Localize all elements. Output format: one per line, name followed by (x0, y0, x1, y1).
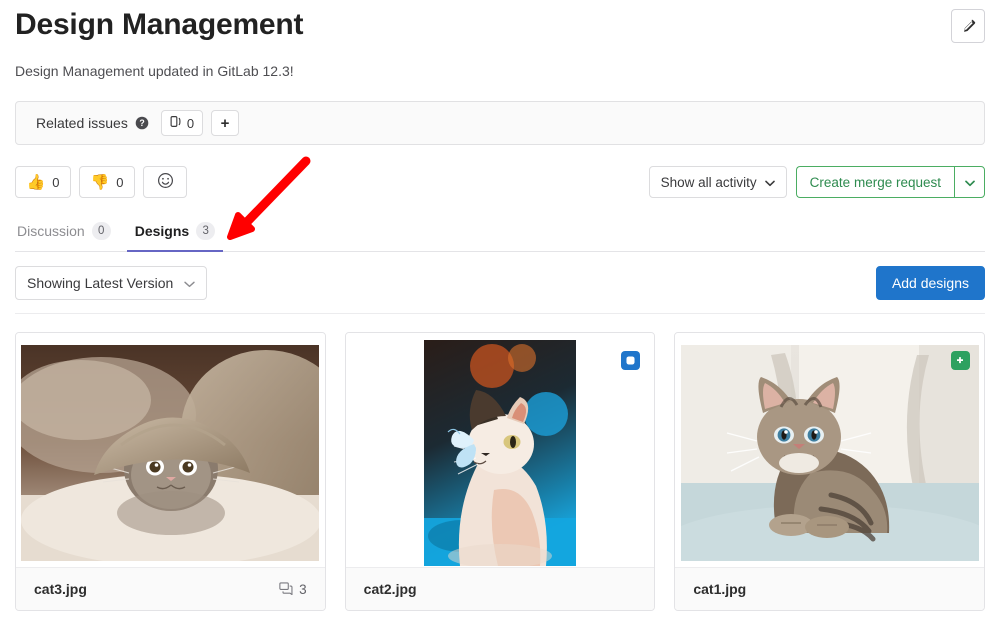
design-card-cat2[interactable]: cat2.jpg (345, 332, 656, 611)
reactions-group: 👍 0 👎 0 (15, 166, 187, 198)
svg-text:?: ? (139, 118, 144, 128)
right-actions-group: Show all activity Create merge request (649, 166, 985, 198)
version-dropdown-label: Showing Latest Version (27, 275, 173, 291)
design-card-cat1[interactable]: cat1.jpg (674, 332, 985, 611)
designs-toolbar: Showing Latest Version Add designs (15, 252, 985, 314)
subtitle: Design Management updated in GitLab 12.3… (15, 61, 985, 81)
tab-discussion-label: Discussion (17, 223, 85, 239)
design-image-cat2 (424, 340, 576, 569)
design-badge-added-cat1 (951, 351, 970, 370)
action-row: 👍 0 👎 0 Show all acti (15, 165, 985, 199)
smiley-icon (157, 172, 174, 192)
chevron-down-icon (184, 275, 195, 291)
tab-designs-badge: 3 (196, 222, 215, 240)
comments-icon (279, 581, 293, 598)
tab-bar: Discussion 0 Designs 3 (15, 213, 985, 252)
design-comment-number-cat3: 3 (299, 582, 307, 597)
thumbsdown-count: 0 (116, 175, 123, 190)
create-merge-request-dropdown-toggle[interactable] (954, 166, 985, 198)
add-reaction-button[interactable] (143, 166, 187, 198)
add-designs-button[interactable]: Add designs (876, 266, 985, 300)
file-added-icon (954, 355, 966, 367)
related-issues-label: Related issues (36, 115, 128, 131)
tab-designs-label: Designs (135, 223, 189, 239)
reaction-thumbsup-button[interactable]: 👍 0 (15, 166, 71, 198)
design-image-cat1 (681, 345, 979, 564)
design-filename-cat2: cat2.jpg (364, 581, 417, 597)
design-badge-modified-cat2 (621, 351, 640, 370)
chevron-down-icon (765, 175, 775, 190)
design-grid: cat3.jpg 3 (15, 332, 985, 611)
related-issues-panel: Related issues ? 0 + (15, 101, 985, 145)
design-footer-cat3: cat3.jpg 3 (16, 567, 325, 610)
design-filename-cat1: cat1.jpg (693, 581, 746, 597)
design-thumbnail-cat3[interactable] (16, 333, 325, 567)
pencil-icon (961, 19, 976, 34)
design-filename-cat3: cat3.jpg (34, 581, 87, 597)
issues-icon (170, 115, 182, 131)
reaction-thumbsdown-button[interactable]: 👎 0 (79, 166, 135, 198)
thumbsdown-icon: 👎 (91, 175, 110, 190)
related-issues-count-badge[interactable]: 0 (161, 110, 203, 136)
version-dropdown[interactable]: Showing Latest Version (15, 266, 207, 300)
activity-filter-dropdown[interactable]: Show all activity (649, 166, 787, 198)
thumbsup-count: 0 (52, 175, 59, 190)
design-comment-count-cat3: 3 (279, 581, 307, 598)
design-thumbnail-cat2[interactable] (346, 333, 655, 567)
page-container: Design Management Design Management upda… (0, 0, 1000, 611)
thumbsup-icon: 👍 (27, 175, 46, 190)
create-merge-request-group: Create merge request (796, 166, 985, 198)
tab-discussion[interactable]: Discussion 0 (15, 222, 123, 251)
chevron-down-icon (965, 175, 975, 190)
design-card-cat3[interactable]: cat3.jpg 3 (15, 332, 326, 611)
design-footer-cat1: cat1.jpg (675, 567, 984, 610)
title-row: Design Management (15, 0, 985, 44)
design-image-cat3 (21, 345, 319, 564)
related-issues-count: 0 (187, 116, 194, 131)
activity-filter-label: Show all activity (661, 175, 757, 190)
edit-title-button[interactable] (951, 9, 985, 43)
question-circle-icon[interactable]: ? (135, 116, 149, 130)
design-footer-cat2: cat2.jpg (346, 567, 655, 610)
page-title: Design Management (15, 6, 303, 44)
create-merge-request-button[interactable]: Create merge request (796, 166, 954, 198)
file-modified-icon (625, 355, 636, 366)
add-related-issue-button[interactable]: + (211, 110, 239, 136)
tab-designs[interactable]: Designs 3 (123, 222, 227, 251)
design-thumbnail-cat1[interactable] (675, 333, 984, 567)
tab-discussion-badge: 0 (92, 222, 111, 240)
